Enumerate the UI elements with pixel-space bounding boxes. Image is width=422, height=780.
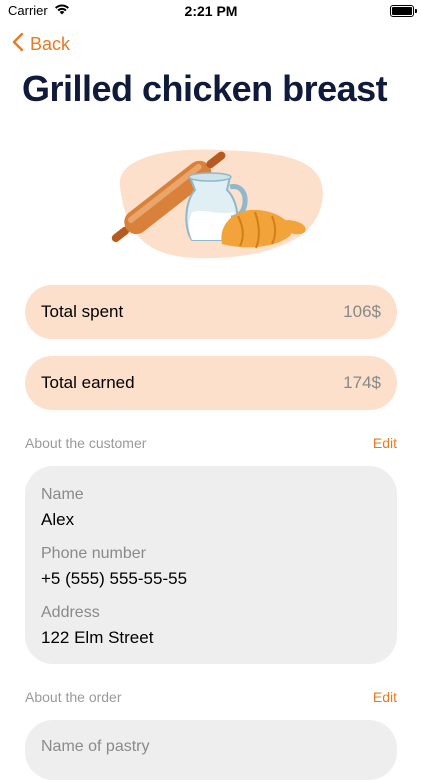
stat-value: 106$: [343, 302, 381, 321]
chevron-left-icon: [12, 32, 24, 57]
total-spent-card: Total spent 106$: [25, 285, 397, 339]
name-label: Name: [41, 486, 84, 503]
section-title: About the order: [25, 689, 122, 705]
customer-section-header: About the customer Edit: [25, 435, 397, 455]
stat-label: Total spent: [41, 302, 124, 321]
bakery-illustration: [100, 132, 330, 262]
edit-customer-button[interactable]: Edit: [373, 435, 397, 451]
customer-card: Name Alex Phone number +5 (555) 555-55-5…: [25, 466, 397, 664]
order-card: Name of pastry: [25, 720, 397, 780]
back-label: Back: [30, 34, 71, 54]
page-title: Grilled chicken breast: [22, 68, 388, 109]
back-button[interactable]: Back: [12, 32, 70, 57]
total-earned-card: Total earned 174$: [25, 356, 397, 410]
edit-order-button[interactable]: Edit: [373, 689, 397, 705]
address-value: 122 Elm Street: [41, 628, 154, 647]
name-value: Alex: [41, 510, 75, 529]
phone-value: +5 (555) 555-55-55: [41, 569, 188, 588]
battery-icon: [390, 5, 417, 17]
pastry-name-label: Name of pastry: [41, 738, 150, 755]
stat-value: 174$: [343, 373, 381, 392]
stat-label: Total earned: [41, 373, 135, 392]
order-section-header: About the order Edit: [25, 689, 397, 709]
status-bar: Carrier 2:21 PM: [0, 0, 422, 24]
section-title: About the customer: [25, 435, 147, 451]
status-time: 2:21 PM: [184, 3, 238, 19]
phone-label: Phone number: [41, 545, 146, 562]
address-label: Address: [41, 604, 100, 621]
